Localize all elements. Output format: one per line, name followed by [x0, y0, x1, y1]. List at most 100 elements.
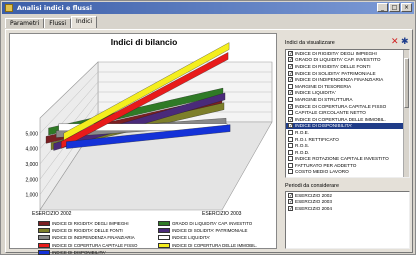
checkbox[interactable]: [288, 143, 293, 149]
indici-item[interactable]: ✓ INDICE DI COPERTURA DELLE IMMOBIL.: [286, 116, 409, 123]
indici-item[interactable]: ✓ INDICE DI RIGIDITA' DELLE FONTI: [286, 63, 409, 70]
indici-item[interactable]: ✓ INDICE DI DISPONIBILITA': [286, 122, 409, 130]
checkbox[interactable]: [288, 96, 293, 102]
y-tick-label: 3,000: [25, 162, 38, 168]
x-category-label: ESERCIZIO 2002: [32, 211, 72, 217]
indici-item-label: MARGINE DI STRUTTURA: [295, 96, 353, 102]
tab-indici[interactable]: Indici: [71, 16, 98, 28]
checkbox[interactable]: [288, 169, 293, 175]
indici-scrollbar[interactable]: [403, 50, 409, 177]
checkbox[interactable]: ✓: [288, 192, 293, 198]
indici-item-label: INDICE DI COPERTURA CAPITALE FISSO: [295, 103, 387, 109]
right-panel: Indici da visualizzare ✕ ✱ ✓ INDICE DI RI…: [283, 30, 411, 252]
periodi-list[interactable]: ✓ ESERCIZIO 2002 ✓ ESERCIZIO 2003 ✓ ESERCIZIO…: [285, 191, 410, 249]
indici-item[interactable]: MARGINE DI STRUTTURA: [286, 96, 409, 103]
periodi-item[interactable]: ✓ ESERCIZIO 2002: [286, 192, 409, 199]
legend-label: GRADO DI LIQUIDITA' CAP. INVESTITO: [172, 220, 253, 226]
indici-item[interactable]: R.O.E.: [286, 129, 409, 136]
legend-swatch: [38, 228, 50, 234]
checkbox[interactable]: [288, 129, 293, 135]
indici-item-label: INDICE ROTAZIONE CAPITALE INVESTITO: [295, 156, 389, 162]
periodi-item[interactable]: ✓ ESERCIZIO 2004: [286, 205, 409, 212]
checkbox[interactable]: ✓: [288, 57, 293, 63]
periodi-item-label: ESERCIZIO 2002: [295, 192, 332, 198]
indici-item[interactable]: ✓ GRADO DI LIQUIDITA' CAP. INVESTITO: [286, 57, 409, 64]
legend-item: INDICE DI INDIPENDENZA FINANZIARIA: [38, 235, 158, 241]
legend-item: GRADO DI LIQUIDITA' CAP. INVESTITO: [158, 220, 276, 226]
indici-item[interactable]: ✓ INDICE LIQUIDITA': [286, 90, 409, 97]
indici-item-label: R.O.S.: [295, 143, 310, 149]
checkbox[interactable]: ✓: [288, 123, 293, 129]
checkbox[interactable]: ✓: [288, 199, 293, 205]
chart-title: Indici di bilancio: [110, 37, 178, 47]
tab-flussi[interactable]: Flussi: [44, 18, 72, 28]
window-title: Analisi indici e flussi: [17, 4, 93, 12]
legend-item: INDICE DI COPERTURA CAPITALE FISSO: [38, 242, 158, 248]
maximize-button[interactable]: □: [389, 3, 400, 12]
legend-label: INDICE LIQUIDITA': [172, 235, 211, 241]
indici-item[interactable]: INDICE ROTAZIONE CAPITALE INVESTITO: [286, 156, 409, 163]
legend-swatch: [38, 235, 50, 241]
indici-item-label: INDICE LIQUIDITA': [295, 90, 336, 96]
window-close-button[interactable]: ×: [401, 3, 412, 12]
settings-icon[interactable]: ✱: [401, 38, 409, 47]
indici-item[interactable]: R.O.S.: [286, 142, 409, 149]
legend-item: INDICE DI SOLIDITA' PATRIMONIALE: [158, 227, 276, 234]
main-window: Analisi indici e flussi _ □ × Parametri …: [0, 0, 416, 256]
scroll-thumb[interactable]: [404, 58, 409, 108]
indici-item[interactable]: ✓ INDICE DI COPERTURA CAPITALE FISSO: [286, 103, 409, 110]
tab-content: 1,000 2,000 3,000 4,000 5,000 ESERCIZIO 2002 E…: [5, 29, 413, 256]
checkbox[interactable]: ✓: [288, 90, 293, 96]
title-bar: Analisi indici e flussi _ □ ×: [2, 2, 414, 14]
indici-panel-title: Indici da visualizzare: [285, 40, 335, 46]
y-tick-label: 4,000: [25, 147, 38, 153]
legend-swatch: [38, 242, 50, 248]
minimize-button[interactable]: _: [377, 3, 388, 12]
checkbox[interactable]: [288, 83, 293, 89]
checkbox[interactable]: ✓: [288, 116, 293, 122]
checkbox[interactable]: ✓: [288, 205, 293, 211]
indici-item-label: INDICE DI DISPONIBILITA': [295, 123, 353, 129]
indici-item[interactable]: CAPITALE CIRCOLANTE NETTO: [286, 109, 409, 116]
checkbox[interactable]: ✓: [288, 70, 293, 76]
indici-item-label: INDICE DI RIGIDITA' DEGLI IMPIEGHI: [295, 50, 377, 56]
checkbox[interactable]: [288, 149, 293, 155]
checkbox[interactable]: [288, 110, 293, 116]
legend-label: INDICE DI SOLIDITA' PATRIMONIALE: [172, 228, 248, 234]
indici-item-label: MARGINE DI TESORERIA: [295, 83, 352, 89]
app-icon: [5, 4, 13, 12]
indici-item[interactable]: ✓ INDICE DI RIGIDITA' DEGLI IMPIEGHI: [286, 50, 409, 57]
checkbox[interactable]: [288, 162, 293, 168]
legend-label: INDICE DI COPERTURA CAPITALE FISSO: [52, 242, 138, 248]
periodi-panel-title: Periodi da considerare: [285, 183, 339, 189]
periodi-item[interactable]: ✓ ESERCIZIO 2003: [286, 199, 409, 206]
indici-item-label: INDICE DI SOLIDITA' PATRIMONIALE: [295, 70, 376, 76]
checkbox[interactable]: ✓: [288, 77, 293, 83]
tab-strip: Parametri Flussi Indici: [5, 16, 98, 28]
indici-list[interactable]: ✓ INDICE DI RIGIDITA' DEGLI IMPIEGHI ✓ GRAD…: [285, 49, 410, 178]
checkbox[interactable]: [288, 136, 293, 142]
indici-item-label: COSTO MEDIO LAVORO: [295, 169, 349, 175]
legend-label: INDICE DI INDIPENDENZA FINANZIARIA: [52, 235, 135, 241]
indici-item[interactable]: R.O.I. RETTIFICATO: [286, 136, 409, 143]
indici-item[interactable]: FATTURATO PER ADDETTO: [286, 162, 409, 169]
checkbox[interactable]: ✓: [288, 63, 293, 69]
legend-item: INDICE DI COPERTURA DELLE IMMOBIL.: [158, 242, 276, 248]
indici-item[interactable]: R.O.D.: [286, 149, 409, 156]
indici-item-label: INDICE DI INDIPENDENZA FINANZIARIA: [295, 77, 384, 83]
checkbox[interactable]: ✓: [288, 103, 293, 109]
chart-legend: INDICE DI RIGIDITA' DEGLI IMPIEGHI GRADO …: [38, 220, 276, 256]
close-icon[interactable]: ✕: [391, 38, 399, 47]
y-tick-label: 1,000: [25, 193, 38, 199]
checkbox[interactable]: [288, 156, 293, 162]
indici-item-label: R.O.D.: [295, 149, 310, 155]
indici-item[interactable]: MARGINE DI TESORERIA: [286, 83, 409, 90]
checkbox[interactable]: ✓: [288, 50, 293, 56]
legend-item: INDICE DI RIGIDITA' DELLE FONTI: [38, 227, 158, 234]
indici-item[interactable]: COSTO MEDIO LAVORO: [286, 169, 409, 176]
legend-swatch: [158, 235, 170, 241]
periodi-item-label: ESERCIZIO 2003: [295, 199, 332, 205]
tab-parametri[interactable]: Parametri: [5, 18, 45, 28]
indici-item[interactable]: ✓ INDICE DI SOLIDITA' PATRIMONIALE: [286, 70, 409, 77]
indici-item[interactable]: ✓ INDICE DI INDIPENDENZA FINANZIARIA: [286, 76, 409, 83]
